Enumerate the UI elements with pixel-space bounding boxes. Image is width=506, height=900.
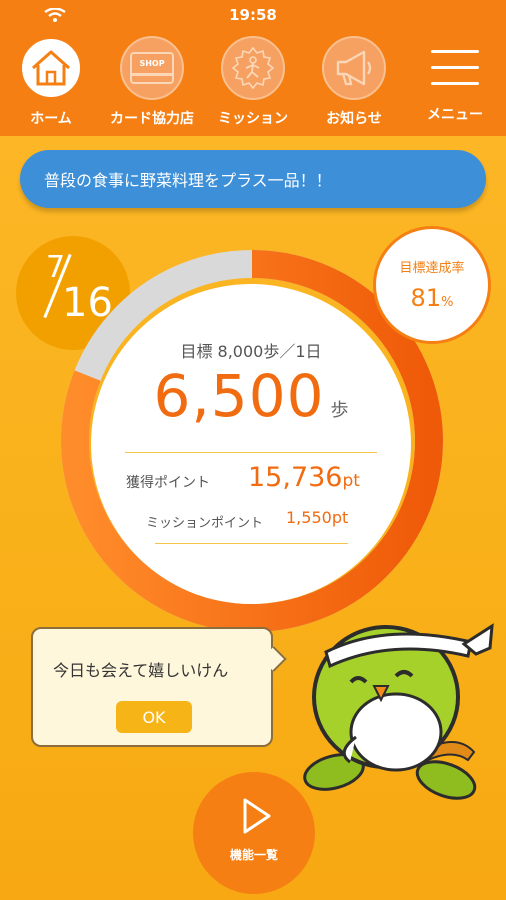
achievement-badge: 目標達成率 81% bbox=[373, 226, 491, 344]
home-icon bbox=[32, 50, 70, 86]
megaphone-icon bbox=[336, 50, 372, 86]
mission-points-value: 1,550pt bbox=[286, 508, 349, 527]
nav-card-shops[interactable]: SHOP カード協力店 bbox=[104, 36, 200, 132]
nav-home[interactable]: ホーム bbox=[3, 36, 99, 132]
nav-home-label: ホーム bbox=[30, 111, 72, 127]
step-count-unit: 歩 bbox=[330, 400, 349, 421]
earned-points-value: 15,736pt bbox=[248, 462, 360, 493]
mission-runner-icon bbox=[231, 46, 275, 90]
nav-card-label: カード協力店 bbox=[110, 111, 194, 127]
daily-goal: 目標 8,000歩／1日 bbox=[180, 342, 322, 361]
shop-card-icon: SHOP bbox=[130, 52, 174, 84]
achievement-rate: 81% bbox=[410, 284, 454, 312]
nav-home-circle bbox=[19, 36, 83, 100]
speech-bubble-text: 今日も会えて嬉しいけん bbox=[53, 661, 229, 680]
nav-mission-circle bbox=[221, 36, 285, 100]
achievement-label: 目標達成率 bbox=[399, 261, 465, 276]
health-tip-banner[interactable]: 普段の食事に野菜料理をプラス一品！！ bbox=[20, 150, 486, 208]
nav-card-circle: SHOP bbox=[120, 36, 184, 100]
shop-text: SHOP bbox=[139, 59, 164, 68]
ring-center bbox=[91, 284, 411, 604]
hamburger-icon bbox=[431, 46, 479, 90]
features-list-label: 機能一覧 bbox=[229, 848, 278, 862]
nav-mission-label: ミッション bbox=[218, 111, 288, 127]
nav-menu-label: メニュー bbox=[427, 107, 483, 123]
earned-points-label: 獲得ポイント bbox=[126, 475, 210, 491]
nav-menu[interactable]: メニュー bbox=[407, 36, 503, 132]
bird-mascot bbox=[303, 623, 494, 800]
app-header: 19:58 ホーム SHOP カード協力店 ミッション お知らせ メニュー bbox=[0, 0, 506, 136]
step-count: 6,500 歩 bbox=[91, 362, 411, 430]
app-screen: 19:58 ホーム SHOP カード協力店 ミッション お知らせ メニュー 普段… bbox=[0, 0, 506, 900]
nav-mission[interactable]: ミッション bbox=[205, 36, 301, 132]
divider bbox=[155, 543, 348, 544]
features-list-button[interactable]: 機能一覧 bbox=[193, 772, 315, 894]
nav-news[interactable]: お知らせ bbox=[306, 36, 402, 132]
divider bbox=[125, 452, 377, 453]
mission-points-label: ミッションポイント bbox=[146, 516, 264, 531]
ok-button[interactable]: OK bbox=[116, 701, 192, 733]
nav-news-label: お知らせ bbox=[326, 111, 382, 127]
play-icon bbox=[243, 798, 271, 834]
speech-bubble: 今日も会えて嬉しいけん OK bbox=[31, 627, 273, 747]
status-time: 19:58 bbox=[229, 6, 277, 24]
step-count-value: 6,500 bbox=[153, 362, 325, 430]
nav-news-circle bbox=[322, 36, 386, 100]
